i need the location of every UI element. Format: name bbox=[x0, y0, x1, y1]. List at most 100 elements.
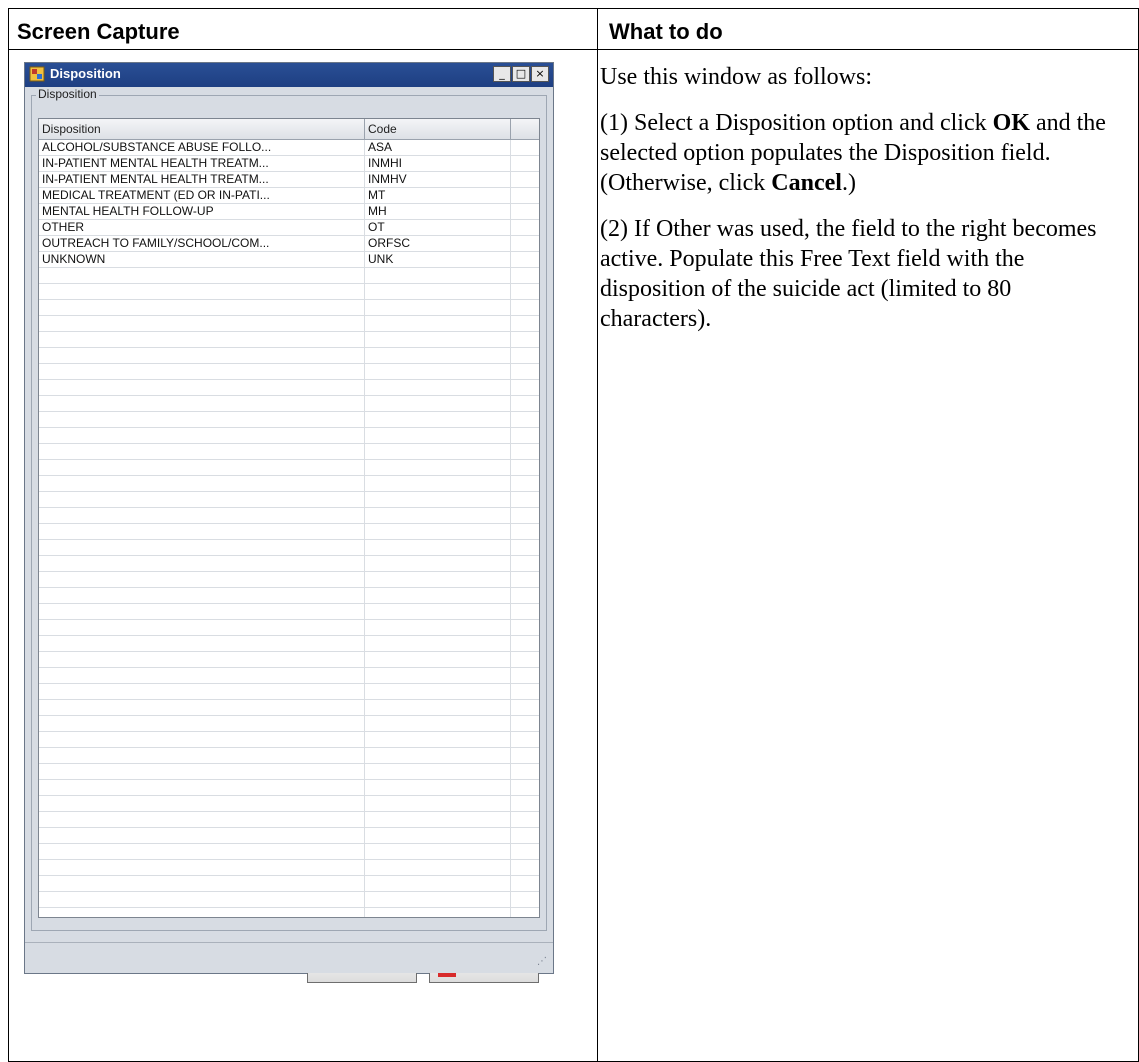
cell-blank bbox=[511, 364, 539, 379]
empty-row bbox=[39, 652, 539, 668]
empty-row bbox=[39, 748, 539, 764]
column-header-disposition[interactable]: Disposition bbox=[39, 119, 365, 139]
cell-code bbox=[365, 508, 511, 523]
cell-blank bbox=[511, 748, 539, 763]
cell-blank bbox=[511, 348, 539, 363]
cell-code: INMHV bbox=[365, 172, 511, 187]
cell-code bbox=[365, 700, 511, 715]
cell-blank bbox=[511, 220, 539, 235]
cell-disposition bbox=[39, 684, 365, 699]
empty-row bbox=[39, 812, 539, 828]
cell-code bbox=[365, 524, 511, 539]
cell-blank bbox=[511, 844, 539, 859]
cell-disposition bbox=[39, 508, 365, 523]
empty-row bbox=[39, 492, 539, 508]
table-row[interactable]: ALCOHOL/SUBSTANCE ABUSE FOLLO... ASA bbox=[39, 140, 539, 156]
cell-code bbox=[365, 572, 511, 587]
minimize-button[interactable]: _ bbox=[493, 66, 511, 82]
table-row[interactable]: IN-PATIENT MENTAL HEALTH TREATM... INMHV bbox=[39, 172, 539, 188]
empty-row bbox=[39, 460, 539, 476]
cell-blank bbox=[511, 636, 539, 651]
title-bar[interactable]: Disposition _ □ × bbox=[25, 63, 553, 87]
cell-disposition bbox=[39, 428, 365, 443]
empty-row bbox=[39, 668, 539, 684]
empty-row bbox=[39, 444, 539, 460]
empty-row bbox=[39, 796, 539, 812]
cell-disposition bbox=[39, 348, 365, 363]
cell-disposition bbox=[39, 668, 365, 683]
table-row[interactable]: MENTAL HEALTH FOLLOW-UP MH bbox=[39, 204, 539, 220]
cell-disposition bbox=[39, 524, 365, 539]
cell-code: ASA bbox=[365, 140, 511, 155]
cell-blank bbox=[511, 156, 539, 171]
cell-blank bbox=[511, 892, 539, 907]
cell-disposition bbox=[39, 316, 365, 331]
cell-code bbox=[365, 796, 511, 811]
cell-blank bbox=[511, 764, 539, 779]
cell-blank bbox=[511, 556, 539, 571]
window-title: Disposition bbox=[50, 66, 121, 81]
empty-row bbox=[39, 508, 539, 524]
status-bar: ⋰ bbox=[25, 942, 553, 973]
cell-code bbox=[365, 460, 511, 475]
cell-disposition bbox=[39, 492, 365, 507]
cell-blank bbox=[511, 268, 539, 283]
empty-row bbox=[39, 684, 539, 700]
cell-code bbox=[365, 284, 511, 299]
cell-code bbox=[365, 332, 511, 347]
cell-disposition bbox=[39, 860, 365, 875]
table-row[interactable]: OTHER OT bbox=[39, 220, 539, 236]
maximize-button[interactable]: □ bbox=[512, 66, 530, 82]
cell-blank bbox=[511, 236, 539, 251]
empty-row bbox=[39, 476, 539, 492]
empty-row bbox=[39, 828, 539, 844]
cell-disposition: UNKNOWN bbox=[39, 252, 365, 267]
empty-row bbox=[39, 268, 539, 284]
cell-blank bbox=[511, 796, 539, 811]
cell-disposition: OTHER bbox=[39, 220, 365, 235]
empty-row bbox=[39, 412, 539, 428]
column-header-code[interactable]: Code bbox=[365, 119, 511, 139]
cell-disposition bbox=[39, 588, 365, 603]
disposition-grid[interactable]: Disposition Code ALCOHOL/SUBSTANCE ABUSE… bbox=[38, 118, 540, 918]
cell-disposition bbox=[39, 300, 365, 315]
cell-blank bbox=[511, 812, 539, 827]
cell-code bbox=[365, 716, 511, 731]
cell-code bbox=[365, 588, 511, 603]
cell-code bbox=[365, 492, 511, 507]
table-row[interactable]: IN-PATIENT MENTAL HEALTH TREATM... INMHI bbox=[39, 156, 539, 172]
cell-code bbox=[365, 476, 511, 491]
instruction-step-2: (2) If Other was used, the field to the … bbox=[600, 216, 1097, 332]
empty-row bbox=[39, 364, 539, 380]
empty-row bbox=[39, 732, 539, 748]
resize-grip-icon[interactable]: ⋰ bbox=[537, 956, 547, 967]
table-row[interactable]: UNKNOWN UNK bbox=[39, 252, 539, 268]
cell-blank bbox=[511, 668, 539, 683]
cell-code bbox=[365, 780, 511, 795]
cell-blank bbox=[511, 508, 539, 523]
cell-disposition bbox=[39, 284, 365, 299]
cell-blank bbox=[511, 252, 539, 267]
cell-code bbox=[365, 412, 511, 427]
cell-code bbox=[365, 444, 511, 459]
table-row[interactable]: OUTREACH TO FAMILY/SCHOOL/COM... ORFSC bbox=[39, 236, 539, 252]
cell-code bbox=[365, 604, 511, 619]
cell-disposition bbox=[39, 396, 365, 411]
empty-row bbox=[39, 396, 539, 412]
empty-row bbox=[39, 844, 539, 860]
close-window-button[interactable]: × bbox=[531, 66, 549, 82]
cell-disposition bbox=[39, 636, 365, 651]
cell-code bbox=[365, 732, 511, 747]
cell-blank bbox=[511, 908, 539, 917]
table-row[interactable]: MEDICAL TREATMENT (ED OR IN-PATI... MT bbox=[39, 188, 539, 204]
cell-blank bbox=[511, 684, 539, 699]
cell-disposition bbox=[39, 444, 365, 459]
cell-blank bbox=[511, 332, 539, 347]
empty-row bbox=[39, 588, 539, 604]
cell-code bbox=[365, 684, 511, 699]
disposition-group: Disposition Disposition Code ALCOHOL/SUB… bbox=[31, 87, 547, 931]
cell-disposition bbox=[39, 892, 365, 907]
cell-disposition bbox=[39, 556, 365, 571]
window-controls: _ □ × bbox=[493, 66, 549, 82]
cancel-reference: Cancel bbox=[771, 170, 842, 196]
